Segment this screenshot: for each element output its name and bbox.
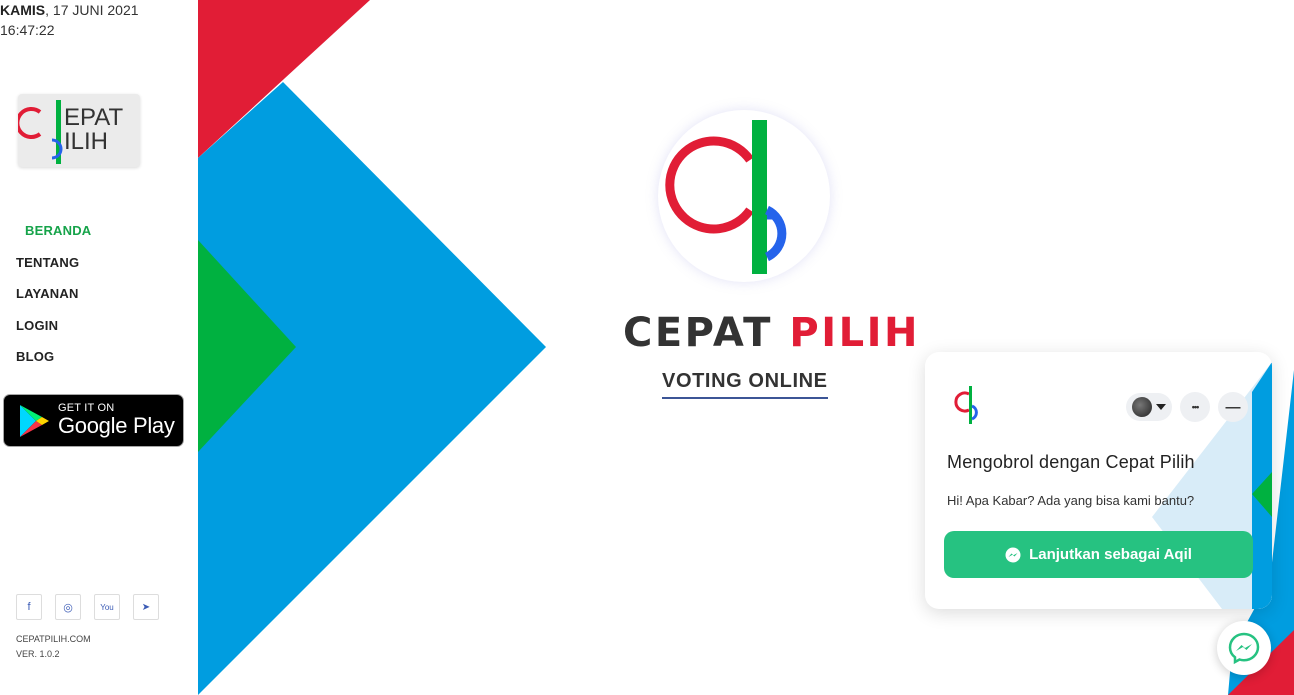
date-time: KAMIS, 17 JUNI 2021 16:47:22: [0, 0, 139, 40]
chat-logo: [947, 382, 991, 431]
chat-title: Mengobrol dengan Cepat Pilih: [947, 452, 1195, 472]
youtube-icon[interactable]: You: [94, 594, 120, 620]
hero-logo: [658, 110, 830, 282]
nav-item-beranda[interactable]: BERANDA: [16, 220, 91, 252]
hero-title: CEPAT PILIH: [623, 310, 920, 356]
account-switcher[interactable]: [1126, 393, 1172, 421]
nav-item-layanan[interactable]: LAYANAN: [16, 283, 91, 315]
messenger-fab-button[interactable]: [1217, 621, 1271, 675]
avatar: [1132, 397, 1152, 417]
logo-text-2: ILIH: [64, 128, 108, 155]
messenger-icon: [1005, 547, 1021, 562]
hero-title-dark: CEPAT: [623, 310, 790, 356]
chat-controls: ••• —: [1126, 392, 1248, 422]
day-label: KAMIS: [0, 2, 46, 18]
google-play-badge[interactable]: GET IT ON Google Play: [3, 394, 184, 447]
instagram-icon[interactable]: ◎: [55, 594, 81, 620]
chat-widget: ••• — Mengobrol dengan Cepat Pilih Hi! A…: [925, 352, 1272, 609]
site-version: VER. 1.0.2: [16, 649, 60, 659]
time-label: 16:47:22: [0, 22, 55, 38]
nav-item-blog[interactable]: BLOG: [16, 346, 91, 378]
facebook-icon[interactable]: f: [16, 594, 42, 620]
google-play-big-text: Google Play: [58, 413, 175, 438]
continue-chat-button[interactable]: Lanjutkan sebagai Aqil: [944, 531, 1253, 578]
site-domain: CEPATPILIH.COM: [16, 634, 91, 644]
date-label: , 17 JUNI 2021: [45, 2, 139, 18]
nav-item-login[interactable]: LOGIN: [16, 315, 91, 347]
more-options-button[interactable]: •••: [1180, 392, 1210, 422]
social-links: f ◎ You ➤: [16, 594, 159, 620]
hero-subtitle: VOTING ONLINE: [662, 370, 828, 399]
nav-item-tentang[interactable]: TENTANG: [16, 252, 91, 284]
telegram-icon[interactable]: ➤: [133, 594, 159, 620]
hero-title-red: PILIH: [789, 310, 920, 356]
caret-down-icon: [1156, 404, 1166, 410]
chat-message: Hi! Apa Kabar? Ada yang bisa kami bantu?: [947, 493, 1195, 508]
messenger-icon: [1228, 632, 1260, 665]
sidebar: KAMIS, 17 JUNI 2021 16:47:22 EPAT ILIH B…: [0, 0, 198, 695]
main-nav: BERANDA TENTANG LAYANAN LOGIN BLOG: [16, 220, 91, 378]
minimize-button[interactable]: —: [1218, 392, 1248, 422]
continue-chat-label: Lanjutkan sebagai Aqil: [1029, 546, 1192, 563]
logo-text-1: EPAT: [64, 104, 123, 131]
site-footer: CEPATPILIH.COM VER. 1.0.2: [16, 632, 91, 662]
google-play-icon: [20, 405, 49, 437]
sidebar-logo[interactable]: EPAT ILIH: [15, 94, 140, 167]
